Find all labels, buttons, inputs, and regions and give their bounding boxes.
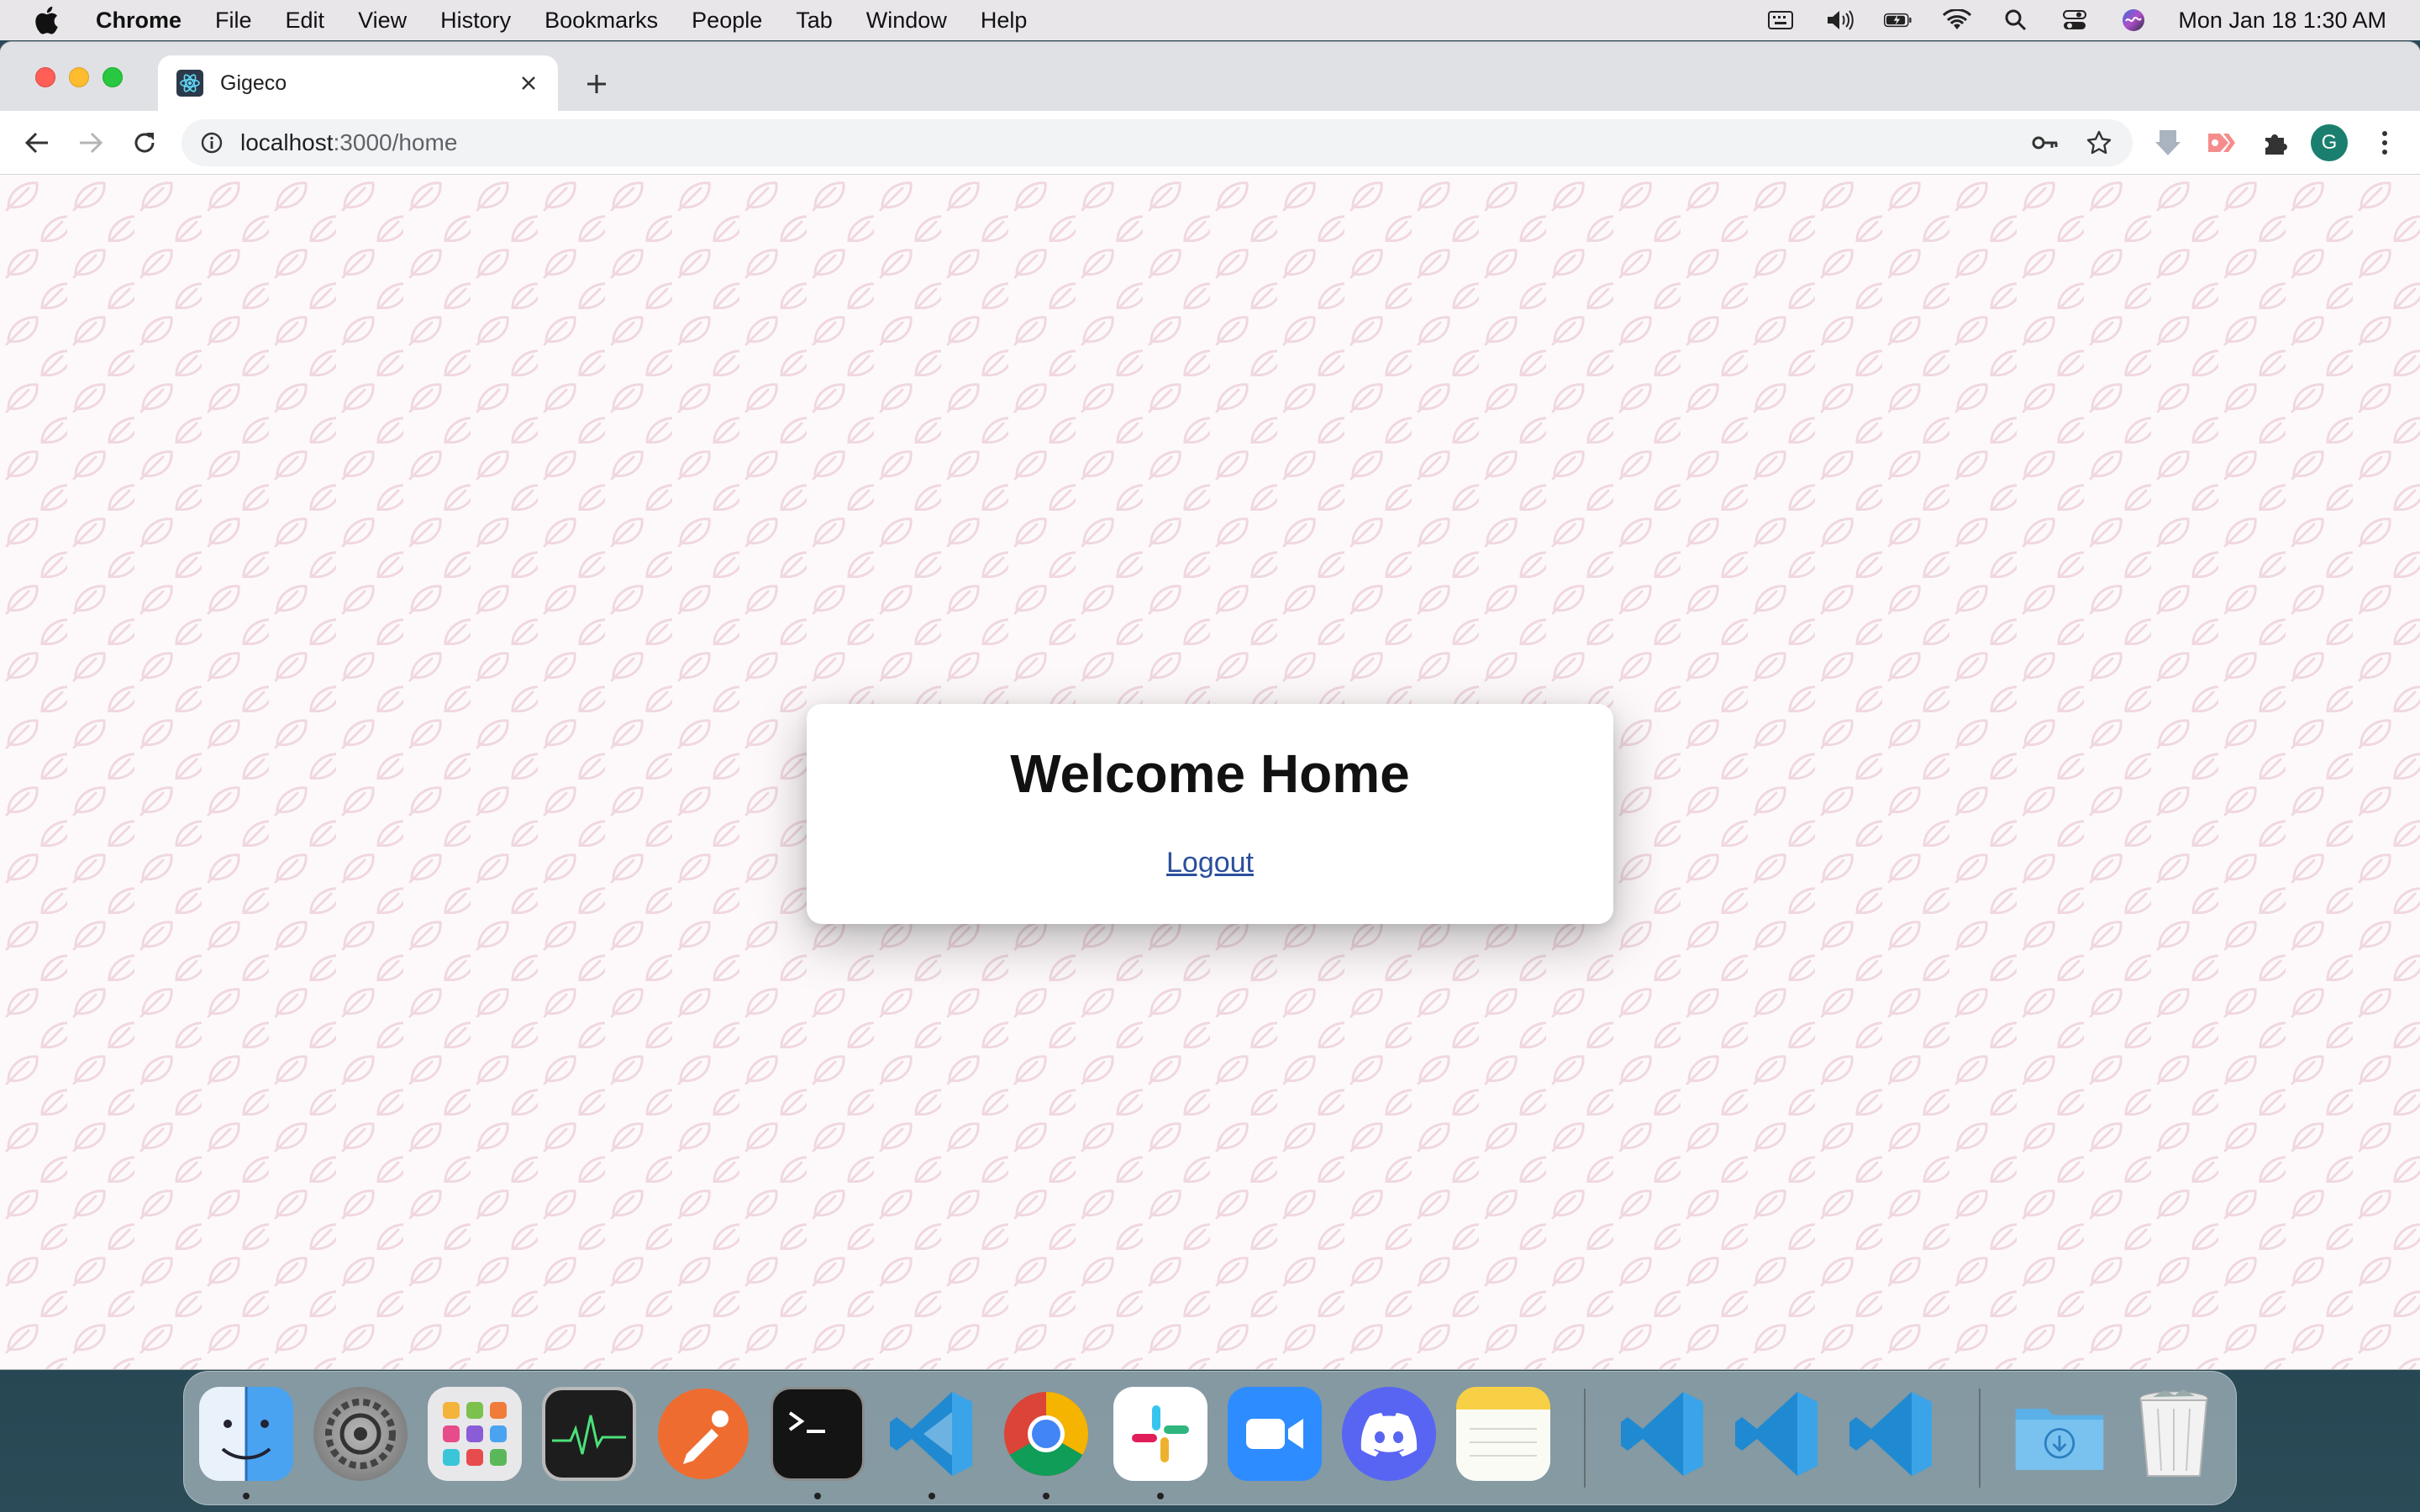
more-menu-icon[interactable] (2368, 126, 2402, 160)
url-path: :3000/home (333, 129, 458, 155)
forward-arrow-icon[interactable] (74, 126, 108, 160)
tab-gigeco[interactable]: Gigeco (158, 55, 558, 111)
dock-vscode-icon[interactable] (1844, 1387, 1939, 1481)
back-arrow-icon[interactable] (20, 126, 54, 160)
dock-separator (1584, 1389, 1586, 1488)
dock-running-dot (1157, 1493, 1164, 1499)
url-host: localhost (240, 129, 334, 155)
browser-toolbar: localhost:3000/home G (0, 111, 2420, 175)
dock-launchpad-icon[interactable] (428, 1387, 522, 1481)
dock-discord-icon[interactable] (1342, 1387, 1436, 1481)
input-source-icon[interactable] (1766, 8, 1795, 33)
dock-system-preferences-icon[interactable] (313, 1387, 408, 1481)
menu-edit[interactable]: Edit (286, 8, 325, 34)
volume-icon[interactable] (1825, 8, 1854, 33)
dock-activity-monitor-icon[interactable] (542, 1387, 636, 1481)
menubar-clock[interactable]: Mon Jan 18 1:30 AM (2178, 8, 2386, 34)
dock-slack-icon[interactable] (1113, 1387, 1207, 1481)
dock-vscode-icon[interactable] (1616, 1387, 1710, 1481)
menu-tab[interactable]: Tab (796, 8, 833, 34)
window-zoom-button[interactable] (103, 67, 123, 87)
page-title: Welcome Home (1010, 743, 1410, 804)
spotlight-search-icon[interactable] (2002, 8, 2030, 33)
recorder-extension-icon[interactable] (2205, 126, 2238, 160)
react-favicon-icon (176, 70, 203, 97)
bookmark-star-icon[interactable] (2084, 128, 2114, 158)
apple-menu-icon[interactable] (34, 5, 62, 35)
menu-history[interactable]: History (440, 8, 511, 34)
dock-chrome-icon[interactable] (999, 1387, 1093, 1481)
siri-icon[interactable] (2119, 8, 2148, 33)
tab-strip: Gigeco (0, 42, 2420, 111)
url-text[interactable]: localhost:3000/home (240, 129, 457, 156)
macos-dock (183, 1371, 2237, 1505)
menu-file[interactable]: File (215, 8, 252, 34)
address-bar[interactable]: localhost:3000/home (182, 119, 2133, 166)
dock-zoom-icon[interactable] (1228, 1387, 1322, 1481)
dock-postman-icon[interactable] (656, 1387, 750, 1481)
dock-running-dot (243, 1493, 250, 1499)
menu-bookmarks[interactable]: Bookmarks (544, 8, 658, 34)
battery-charging-icon[interactable] (1884, 8, 1912, 33)
window-minimize-button[interactable] (69, 67, 89, 87)
dock-running-dot (814, 1493, 821, 1499)
welcome-card: Welcome Home Logout (807, 704, 1613, 924)
wifi-icon[interactable] (1943, 8, 1972, 33)
dock-running-dot (929, 1493, 935, 1499)
dock-downloads-folder-icon[interactable] (2012, 1387, 2107, 1481)
tab-title: Gigeco (220, 71, 287, 95)
menu-app-name[interactable]: Chrome (96, 8, 182, 34)
window-close-button[interactable] (35, 67, 55, 87)
dock-separator (1979, 1389, 1981, 1488)
dock-notes-icon[interactable] (1456, 1387, 1550, 1481)
menu-people[interactable]: People (692, 8, 762, 34)
profile-avatar[interactable]: G (2311, 124, 2348, 161)
chrome-window: Gigeco localhost:3000/home G Welcome Hom… (0, 42, 2420, 1369)
macos-menu-bar: Chrome File Edit View History Bookmarks … (0, 0, 2420, 40)
extensions-puzzle-icon[interactable] (2259, 126, 2292, 160)
dock-vscode-icon[interactable] (1730, 1387, 1824, 1481)
menu-view[interactable]: View (358, 8, 407, 34)
reload-icon[interactable] (128, 126, 161, 160)
dock-vscode-icon[interactable] (885, 1387, 979, 1481)
password-key-icon[interactable] (2030, 128, 2060, 158)
menu-help[interactable]: Help (981, 8, 1028, 34)
control-center-icon[interactable] (2060, 8, 2089, 33)
download-extension-icon[interactable] (2151, 126, 2185, 160)
site-info-icon[interactable] (198, 129, 225, 156)
dock-running-dot (1043, 1493, 1050, 1499)
dock-trash-icon[interactable] (2127, 1387, 2221, 1481)
tab-close-icon[interactable] (516, 71, 541, 96)
logout-link[interactable]: Logout (1166, 847, 1254, 879)
new-tab-plus-icon[interactable] (581, 69, 612, 99)
dock-finder-icon[interactable] (199, 1387, 293, 1481)
dock-terminal-icon[interactable] (771, 1387, 865, 1481)
page-viewport: Welcome Home Logout (0, 175, 2420, 1369)
menu-window[interactable]: Window (866, 8, 947, 34)
